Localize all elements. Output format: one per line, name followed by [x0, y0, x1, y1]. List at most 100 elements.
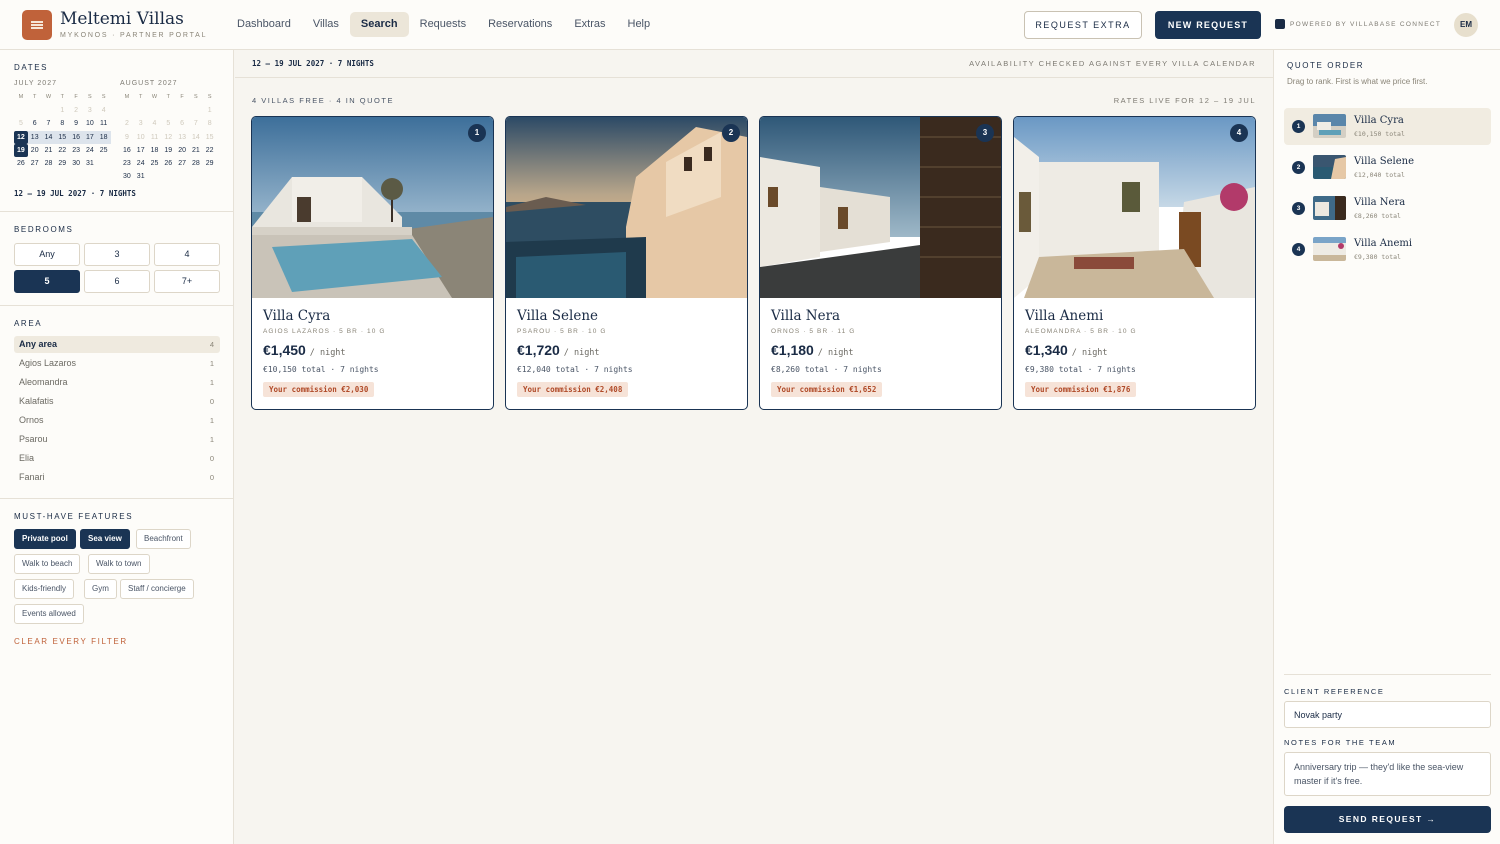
feature-private-pool[interactable]: Private pool — [14, 529, 76, 549]
calendar-day[interactable]: 1 — [203, 104, 217, 117]
feature-kids-friendly[interactable]: Kids-friendly — [14, 579, 75, 599]
calendar-day[interactable]: 5 — [14, 117, 28, 130]
menu-lines-icon[interactable] — [22, 10, 52, 40]
new-request-button[interactable]: NEW REQUEST — [1155, 11, 1261, 39]
calendar-day[interactable]: 5 — [161, 117, 175, 130]
calendar-day[interactable]: 2 — [120, 117, 134, 130]
calendar-day[interactable]: 12 — [161, 131, 175, 144]
calendar-day[interactable]: 1 — [55, 104, 69, 117]
calendar-day[interactable]: 28 — [189, 157, 203, 170]
area-item-kalafatis[interactable]: Kalafatis 0 — [14, 393, 220, 410]
calendar-day[interactable]: 30 — [69, 157, 83, 170]
feature-staff-concierge[interactable]: Staff / concierge — [120, 579, 194, 599]
calendar-day[interactable]: 8 — [203, 117, 217, 130]
calendar-day[interactable]: 14 — [41, 130, 56, 144]
calendar-day[interactable]: 29 — [55, 157, 69, 170]
notes-textarea[interactable]: Anniversary trip — they'd like the sea-v… — [1284, 752, 1491, 796]
calendar-day[interactable]: 19 — [161, 144, 175, 157]
bedroom-any-button[interactable]: Any — [14, 243, 80, 266]
calendar-day[interactable]: 17 — [82, 130, 97, 144]
villa-card-nera[interactable]: 3 Villa Nera ORNOS · 5 BR · 11 G €1,180 … — [759, 116, 1002, 410]
bedroom-7plus-button[interactable]: 7+ — [154, 270, 220, 293]
calendar-day[interactable]: 25 — [97, 144, 111, 157]
area-item-agios-lazaros[interactable]: Agios Lazaros 1 — [14, 355, 220, 372]
calendar-day[interactable]: 19 — [14, 143, 28, 157]
nav-help[interactable]: Help — [617, 12, 662, 37]
calendar-day[interactable]: 10 — [83, 117, 97, 130]
calendar-day[interactable]: 13 — [175, 131, 189, 144]
bedroom-3-button[interactable]: 3 — [84, 243, 150, 266]
client-reference-input[interactable] — [1284, 701, 1491, 728]
avatar[interactable]: EM — [1454, 13, 1478, 37]
feature-events-allowed[interactable]: Events allowed — [14, 604, 84, 624]
area-item-aleomandra[interactable]: Aleomandra 1 — [14, 374, 220, 391]
calendar-day[interactable]: 6 — [175, 117, 189, 130]
quote-item[interactable]: 3 Villa Nera €8,260 total — [1284, 190, 1491, 227]
calendar-day[interactable]: 3 — [83, 104, 97, 117]
feature-walk-to-town[interactable]: Walk to town — [88, 554, 150, 574]
calendar-day[interactable]: 17 — [134, 144, 148, 157]
calendar-day[interactable]: 2 — [69, 104, 83, 117]
calendar-day[interactable]: 28 — [42, 157, 56, 170]
calendar-day[interactable]: 18 — [148, 144, 162, 157]
villa-card-anemi[interactable]: 4 Villa Anemi ALEOMANDRA · 5 BR · 10 G €… — [1013, 116, 1256, 410]
calendar-day[interactable]: 4 — [148, 117, 162, 130]
feature-sea-view[interactable]: Sea view — [80, 529, 130, 549]
calendar-day[interactable]: 12 — [14, 130, 28, 144]
calendar-day[interactable]: 9 — [69, 117, 83, 130]
calendar-day[interactable]: 25 — [148, 157, 162, 170]
nav-search[interactable]: Search — [349, 12, 409, 37]
feature-gym[interactable]: Gym — [84, 579, 117, 599]
calendar-day[interactable]: 23 — [69, 144, 83, 157]
bedroom-6-button[interactable]: 6 — [84, 270, 150, 293]
quote-item[interactable]: 2 Villa Selene €12,040 total — [1284, 149, 1491, 186]
calendar-day[interactable]: 20 — [28, 144, 42, 157]
calendar-day[interactable]: 16 — [120, 144, 134, 157]
feature-beachfront[interactable]: Beachfront — [136, 529, 191, 549]
calendar-day[interactable]: 15 — [203, 131, 217, 144]
calendar-day[interactable]: 7 — [42, 117, 56, 130]
calendar-day[interactable]: 27 — [175, 157, 189, 170]
calendar-day[interactable]: 26 — [14, 157, 28, 170]
bedroom-5-button[interactable]: 5 — [14, 270, 80, 293]
calendar-day[interactable]: 14 — [189, 131, 203, 144]
nav-reservations[interactable]: Reservations — [477, 12, 563, 37]
calendar-day[interactable]: 3 — [134, 117, 148, 130]
villa-card-selene[interactable]: 2 Villa Selene PSAROU · 5 BR · 10 G €1,7… — [505, 116, 748, 410]
area-item-ornos[interactable]: Ornos 1 — [14, 412, 220, 429]
calendar-day[interactable]: 27 — [28, 157, 42, 170]
calendar-day[interactable]: 8 — [55, 117, 69, 130]
quote-item[interactable]: 4 Villa Anemi €9,380 total — [1284, 231, 1491, 268]
calendar-day[interactable]: 23 — [120, 157, 134, 170]
calendar-day[interactable]: 31 — [83, 157, 97, 170]
send-request-button[interactable]: SEND REQUEST → — [1284, 806, 1491, 833]
villa-card-cyra[interactable]: 1 Villa Cyra AGIOS LAZAROS · 5 BR · 10 G… — [251, 116, 494, 410]
area-item-fanari[interactable]: Fanari 0 — [14, 469, 220, 486]
calendar-day[interactable]: 22 — [203, 144, 217, 157]
nav-dashboard[interactable]: Dashboard — [226, 12, 302, 37]
calendar-day[interactable]: 11 — [148, 131, 162, 144]
calendar-day[interactable]: 10 — [134, 131, 148, 144]
calendar-day[interactable]: 31 — [134, 170, 148, 183]
calendar-day[interactable]: 24 — [134, 157, 148, 170]
bedroom-4-button[interactable]: 4 — [154, 243, 220, 266]
request-extra-button[interactable]: REQUEST EXTRA — [1024, 11, 1142, 39]
feature-walk-to-beach[interactable]: Walk to beach — [14, 554, 81, 574]
calendar-day[interactable]: 21 — [42, 144, 56, 157]
calendar-day[interactable]: 30 — [120, 170, 134, 183]
area-item-elia[interactable]: Elia 0 — [14, 450, 220, 467]
nav-requests[interactable]: Requests — [409, 12, 477, 37]
calendar-day[interactable]: 22 — [55, 144, 69, 157]
calendar-day[interactable]: 24 — [83, 144, 97, 157]
area-item-psarou[interactable]: Psarou 1 — [14, 431, 220, 448]
calendar-day[interactable]: 18 — [96, 130, 111, 144]
quote-item[interactable]: 1 Villa Cyra €10,150 total — [1284, 108, 1491, 145]
calendar-day[interactable]: 9 — [120, 131, 134, 144]
nav-extras[interactable]: Extras — [563, 12, 616, 37]
calendar-day[interactable]: 7 — [189, 117, 203, 130]
calendar-day[interactable]: 29 — [203, 157, 217, 170]
calendar-day[interactable]: 20 — [175, 144, 189, 157]
calendar-day[interactable]: 26 — [161, 157, 175, 170]
calendar-day[interactable]: 4 — [97, 104, 111, 117]
calendar-day[interactable]: 21 — [189, 144, 203, 157]
